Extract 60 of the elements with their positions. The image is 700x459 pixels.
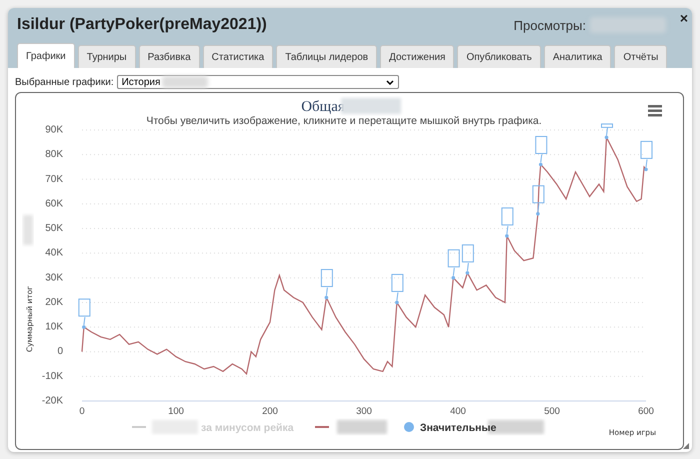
flag-marker[interactable] xyxy=(601,124,614,140)
graph-select[interactable]: История xyxy=(116,75,399,89)
tab[interactable]: Опубликовать xyxy=(457,45,541,68)
flag-marker[interactable] xyxy=(640,140,652,172)
y-tick-label: 60K xyxy=(45,198,63,210)
point xyxy=(505,234,509,238)
resize-handle-icon[interactable] xyxy=(683,443,689,449)
flag-marker[interactable] xyxy=(532,185,544,216)
y-tick-label: 70K xyxy=(45,174,63,185)
point xyxy=(538,162,543,166)
y-tick-label: 80K xyxy=(45,149,63,160)
flag-marker[interactable] xyxy=(448,249,460,280)
tab[interactable]: Достижения xyxy=(380,45,454,68)
flag-marker[interactable] xyxy=(501,207,514,238)
flag-marker[interactable] xyxy=(391,274,404,304)
tab[interactable]: Разбивка xyxy=(138,45,200,68)
close-button[interactable]: × xyxy=(680,10,688,26)
y-tick-label: 50K xyxy=(45,223,63,234)
tab[interactable]: Графики xyxy=(17,43,75,68)
tab[interactable]: Аналитика xyxy=(544,45,612,68)
flag-marker[interactable] xyxy=(78,298,90,329)
y-tick-label: 40K xyxy=(45,248,63,259)
point xyxy=(644,168,648,172)
y-tick-label: -10K xyxy=(42,370,63,382)
blurred-patch xyxy=(23,215,33,245)
point xyxy=(536,212,540,216)
x-tick-label: 100 xyxy=(168,406,184,417)
views-label: Просмотры: xyxy=(514,18,586,32)
point xyxy=(82,325,86,329)
y-tick-label: 30K xyxy=(45,272,63,284)
y-tick-label: -20K xyxy=(42,396,63,406)
menu-icon[interactable] xyxy=(648,105,662,116)
y-tick-label: 10K xyxy=(45,322,63,333)
x-tick-label: 400 xyxy=(450,406,466,417)
tab[interactable]: Таблицы лидеров xyxy=(276,45,378,68)
window-title: Isildur (PartyPoker(preMay2021)) xyxy=(17,16,267,34)
x-tick-label: 300 xyxy=(356,406,372,417)
x-tick-label: 600 xyxy=(638,406,654,417)
point xyxy=(395,300,399,304)
point xyxy=(452,276,456,280)
point xyxy=(604,136,608,140)
y-tick-label: 20K xyxy=(45,296,63,308)
x-tick-label: 500 xyxy=(544,406,560,417)
flag-marker[interactable] xyxy=(462,244,474,275)
y-tick-label: 90K xyxy=(45,124,63,136)
x-tick-label: 200 xyxy=(262,406,278,417)
flag-marker[interactable] xyxy=(535,136,548,166)
legend-label[interactable]: Значительные xyxy=(420,422,496,434)
flag-marker[interactable] xyxy=(320,269,333,300)
chart-title: Общая xyxy=(301,99,345,115)
point xyxy=(324,296,328,300)
chart-subtitle: Чтобы увеличить изображение, кликните и перетащите мышкой внутрь графика. xyxy=(146,115,542,127)
graph-select-label: Выбранные графики: xyxy=(15,76,114,88)
tab[interactable]: Отчёты xyxy=(614,45,668,68)
point xyxy=(466,271,470,275)
tab[interactable]: Турниры xyxy=(78,45,136,68)
y-tick-label: 0 xyxy=(57,346,63,358)
x-tick-label: 0 xyxy=(79,406,85,417)
chevron-icon xyxy=(386,80,394,84)
tab[interactable]: Статистика xyxy=(202,45,274,68)
